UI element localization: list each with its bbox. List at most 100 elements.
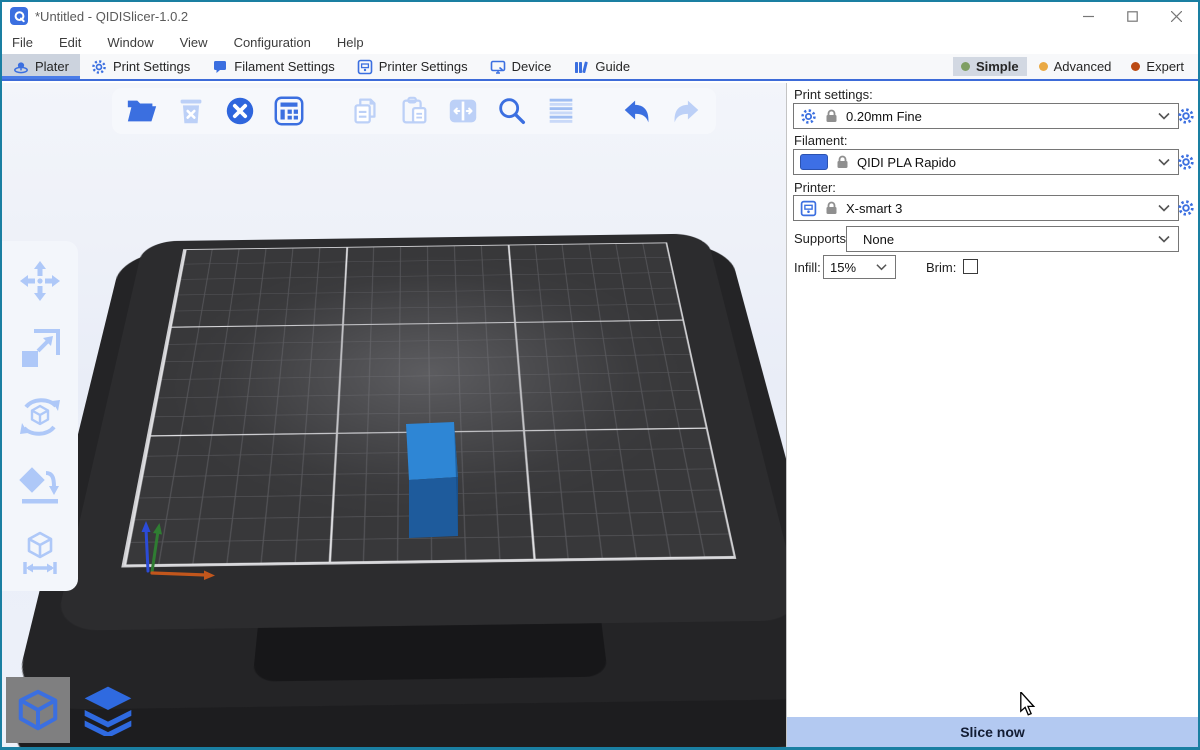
delete-icon bbox=[174, 94, 208, 128]
view-switcher bbox=[6, 677, 140, 743]
gear-icon bbox=[1177, 153, 1195, 171]
slice-now-button[interactable]: Slice now bbox=[787, 717, 1198, 747]
print-settings-label: Print settings: bbox=[794, 87, 873, 102]
menu-edit[interactable]: Edit bbox=[59, 35, 81, 50]
scale-tool-button[interactable] bbox=[16, 325, 64, 373]
mode-advanced[interactable]: Advanced bbox=[1031, 57, 1120, 76]
place-on-face-tool-button[interactable] bbox=[16, 461, 64, 509]
delete-all-icon bbox=[223, 94, 257, 128]
plater-icon bbox=[13, 59, 29, 75]
tab-label: Filament Settings bbox=[234, 59, 334, 74]
mode-simple[interactable]: Simple bbox=[953, 57, 1027, 76]
supports-value: None bbox=[853, 232, 1150, 247]
menu-file[interactable]: File bbox=[12, 35, 33, 50]
layers-list-button[interactable] bbox=[543, 93, 579, 129]
infill-label: Infill: bbox=[794, 260, 821, 275]
tab-printer-settings[interactable]: Printer Settings bbox=[346, 54, 479, 79]
simple-dot-icon bbox=[961, 62, 970, 71]
arrange-button[interactable] bbox=[271, 93, 307, 129]
menu-window[interactable]: Window bbox=[107, 35, 153, 50]
monitor-icon bbox=[490, 59, 506, 75]
copy-icon bbox=[348, 94, 382, 128]
tab-label: Plater bbox=[35, 59, 69, 74]
redo-button[interactable] bbox=[668, 93, 704, 129]
settings-panel: Print settings: 0.20mm Fine Filament: QI… bbox=[786, 83, 1198, 747]
tab-device[interactable]: Device bbox=[479, 54, 563, 79]
measure-tool-button[interactable] bbox=[16, 529, 64, 577]
chevron-down-icon bbox=[1158, 158, 1170, 166]
tab-label: Print Settings bbox=[113, 59, 190, 74]
paste-icon bbox=[397, 94, 431, 128]
printer-frame-icon bbox=[800, 200, 817, 217]
bed-grid-surface bbox=[121, 242, 736, 567]
filament-label: Filament: bbox=[794, 133, 847, 148]
print-settings-combo[interactable]: 0.20mm Fine bbox=[793, 103, 1179, 129]
close-button[interactable] bbox=[1154, 2, 1198, 30]
gear-icon bbox=[800, 108, 817, 125]
gear-icon bbox=[91, 59, 107, 75]
move-tool-button[interactable] bbox=[16, 257, 64, 305]
print-settings-gear-button[interactable] bbox=[1176, 106, 1196, 126]
undo-button[interactable] bbox=[619, 93, 655, 129]
printer-combo[interactable]: X-smart 3 bbox=[793, 195, 1179, 221]
printer-value: X-smart 3 bbox=[846, 201, 1150, 216]
gear-icon bbox=[1177, 107, 1195, 125]
chevron-down-icon bbox=[876, 263, 887, 271]
mode-label: Simple bbox=[976, 59, 1019, 74]
filament-icon bbox=[212, 59, 228, 75]
menu-view[interactable]: View bbox=[180, 35, 208, 50]
brim-checkbox[interactable] bbox=[963, 259, 978, 274]
transform-toolbar bbox=[2, 241, 78, 591]
menu-help[interactable]: Help bbox=[337, 35, 364, 50]
editor-3d-view-button[interactable] bbox=[6, 677, 70, 743]
filament-value: QIDI PLA Rapido bbox=[857, 155, 1150, 170]
filament-color-swatch bbox=[800, 154, 828, 170]
delete-all-button[interactable] bbox=[222, 93, 258, 129]
lock-icon bbox=[825, 109, 838, 123]
tab-label: Printer Settings bbox=[379, 59, 468, 74]
supports-combo[interactable]: None bbox=[846, 226, 1179, 252]
paste-button[interactable] bbox=[396, 93, 432, 129]
plater-toolbar bbox=[112, 88, 716, 134]
title-bar: *Untitled - QIDISlicer-1.0.2 bbox=[2, 2, 1198, 30]
tab-print-settings[interactable]: Print Settings bbox=[80, 54, 201, 79]
tab-guide[interactable]: Guide bbox=[562, 54, 641, 79]
infill-value: 15% bbox=[830, 260, 868, 275]
lock-icon bbox=[836, 155, 849, 169]
preview-layers-button[interactable] bbox=[76, 677, 140, 743]
minimize-button[interactable] bbox=[1066, 2, 1110, 30]
lock-icon bbox=[825, 201, 838, 215]
split-objects-icon bbox=[446, 94, 480, 128]
infill-combo[interactable]: 15% bbox=[823, 255, 896, 279]
filament-combo[interactable]: QIDI PLA Rapido bbox=[793, 149, 1179, 175]
tab-bar: Plater Print Settings Filament Settings … bbox=[2, 54, 1198, 81]
redo-icon bbox=[669, 94, 703, 128]
tab-plater[interactable]: Plater bbox=[2, 54, 80, 79]
open-folder-button[interactable] bbox=[124, 93, 160, 129]
tab-filament-settings[interactable]: Filament Settings bbox=[201, 54, 345, 79]
rotate-tool-button[interactable] bbox=[16, 393, 64, 441]
search-button[interactable] bbox=[494, 93, 530, 129]
filament-gear-button[interactable] bbox=[1176, 152, 1196, 172]
printer-label: Printer: bbox=[794, 180, 836, 195]
tab-label: Device bbox=[512, 59, 552, 74]
menu-configuration[interactable]: Configuration bbox=[234, 35, 311, 50]
chevron-down-icon bbox=[1158, 112, 1170, 120]
printer-gear-button[interactable] bbox=[1176, 198, 1196, 218]
copy-button[interactable] bbox=[347, 93, 383, 129]
advanced-dot-icon bbox=[1039, 62, 1048, 71]
chevron-down-icon bbox=[1158, 204, 1170, 212]
mode-label: Advanced bbox=[1054, 59, 1112, 74]
tab-label: Guide bbox=[595, 59, 630, 74]
mode-expert[interactable]: Expert bbox=[1123, 57, 1192, 76]
maximize-button[interactable] bbox=[1110, 2, 1154, 30]
mode-label: Expert bbox=[1146, 59, 1184, 74]
search-icon bbox=[495, 94, 529, 128]
delete-button[interactable] bbox=[173, 93, 209, 129]
menu-bar: File Edit Window View Configuration Help bbox=[2, 30, 1198, 54]
split-objects-button[interactable] bbox=[445, 93, 481, 129]
expert-dot-icon bbox=[1131, 62, 1140, 71]
editor-3d-view-icon bbox=[15, 687, 61, 733]
layers-list-icon bbox=[544, 94, 578, 128]
viewport-3d[interactable] bbox=[2, 83, 786, 747]
